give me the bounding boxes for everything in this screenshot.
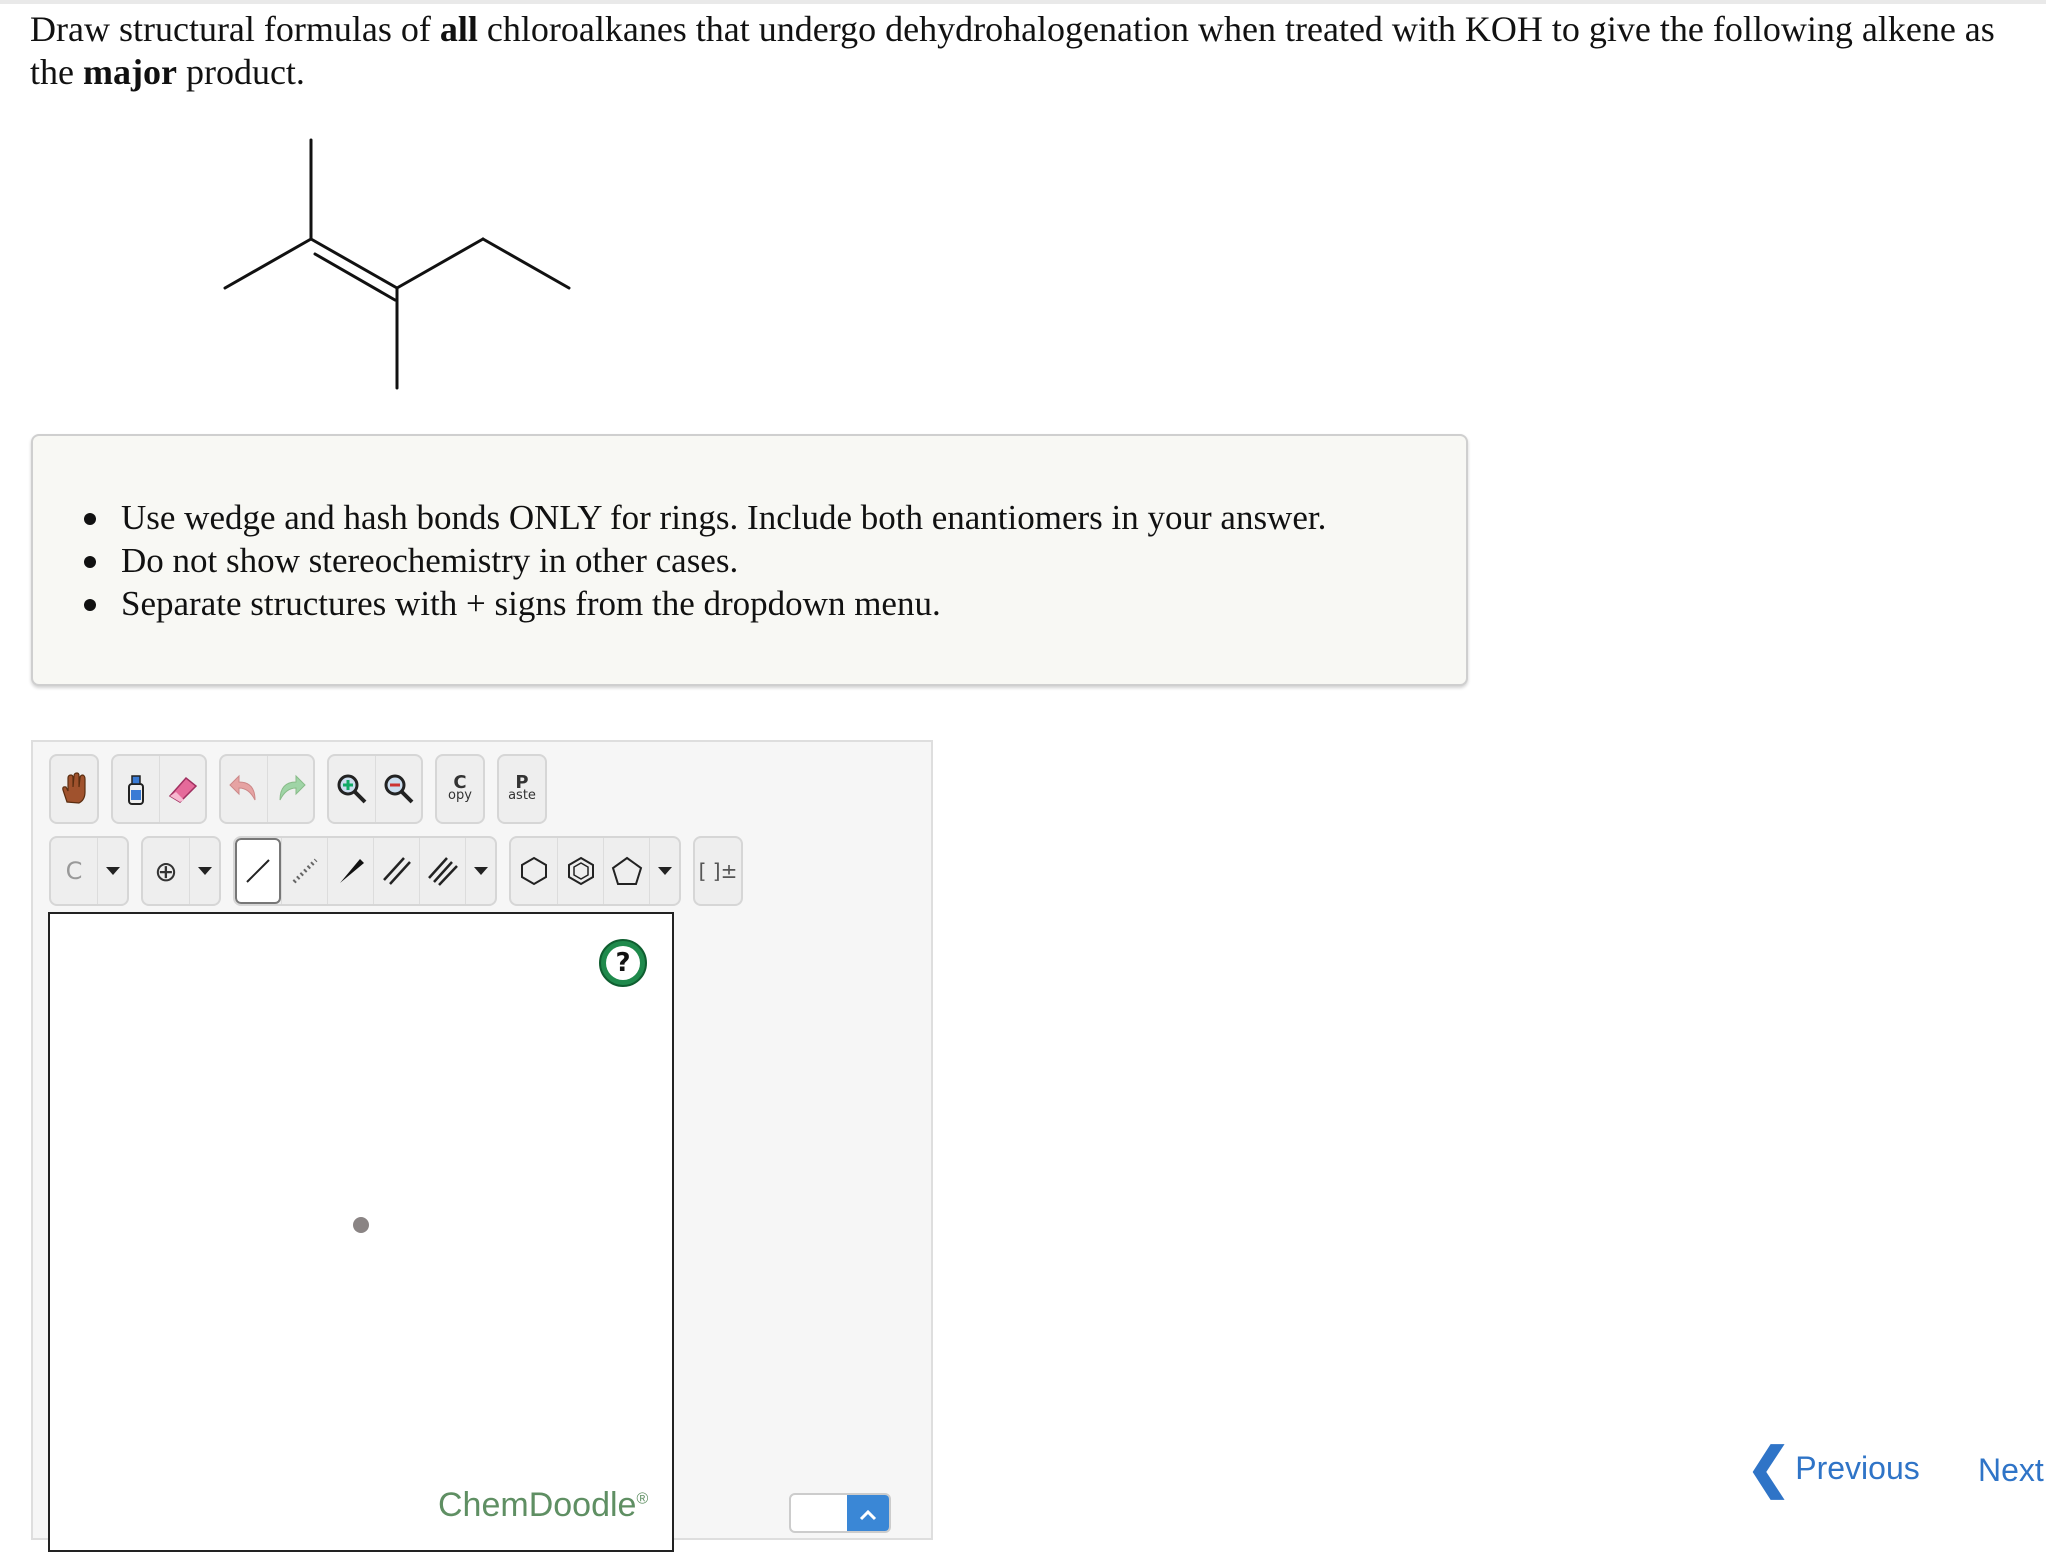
instruction-item: Separate structures with + signs from th…	[83, 582, 1326, 625]
ring-group	[509, 836, 681, 906]
copy-rest: opy	[448, 788, 472, 803]
help-icon: ?	[606, 946, 640, 980]
zoom-group	[327, 754, 423, 824]
double-bond-icon	[382, 857, 411, 885]
triple-bond-icon	[427, 857, 458, 886]
bottle-icon	[128, 775, 144, 805]
previous-label: Previous	[1795, 1449, 1920, 1486]
question-emphasis-major: major	[82, 52, 177, 92]
cyclopentane-button[interactable]	[603, 838, 649, 904]
charge-group: ⊕	[141, 836, 221, 906]
wedge-bond-icon	[339, 859, 364, 883]
chevron-down-icon	[473, 867, 488, 875]
copy-button[interactable]: Copy	[437, 756, 483, 822]
undo-icon	[229, 774, 256, 801]
chevron-down-icon	[197, 867, 212, 875]
paste-rest: aste	[508, 788, 536, 803]
canvas-cursor-dot	[353, 1217, 369, 1233]
history-group	[219, 754, 315, 824]
chemdoodle-watermark: ChemDoodle®	[438, 1486, 648, 1525]
charge-button[interactable]: ⊕	[143, 838, 189, 904]
eraser-icon	[168, 776, 197, 803]
single-bond-button[interactable]	[235, 838, 281, 904]
hash-bond-button[interactable]	[281, 838, 327, 904]
benzene-button[interactable]	[557, 838, 603, 904]
help-button[interactable]: ?	[599, 939, 647, 987]
undo-button[interactable]	[221, 756, 267, 822]
paste-button[interactable]: Paste	[499, 756, 545, 822]
paste-group: Paste	[497, 754, 547, 824]
pentagon-icon	[611, 856, 642, 885]
question-text-part: product.	[176, 52, 305, 92]
zoom-out-icon	[384, 774, 413, 804]
question-emphasis-all: all	[439, 9, 478, 49]
chevron-up-icon	[847, 1495, 889, 1531]
zoom-in-icon	[337, 774, 367, 804]
next-label: Next	[1978, 1452, 2044, 1488]
ring-dropdown-button[interactable]	[649, 838, 679, 904]
triple-bond-button[interactable]	[419, 838, 465, 904]
atom-group: C	[49, 836, 129, 906]
single-bond-icon	[246, 859, 270, 883]
alkene-structure	[223, 138, 571, 390]
question-text: Draw structural formulas of all chloroal…	[30, 8, 2035, 94]
redo-icon	[279, 774, 306, 801]
registered-mark: ®	[636, 1490, 649, 1508]
chevron-down-icon	[657, 867, 672, 875]
wedge-bond-button[interactable]	[327, 838, 373, 904]
instruction-item: Use wedge and hash bonds ONLY for rings.…	[83, 498, 1327, 537]
bond-dropdown-button[interactable]	[465, 838, 495, 904]
atom-carbon-button[interactable]: C	[51, 838, 97, 904]
hexagon-icon	[521, 856, 547, 886]
clear-button[interactable]	[113, 756, 159, 822]
copy-icon: Copy	[448, 774, 472, 803]
bracket-button[interactable]: [ ]±	[695, 838, 741, 904]
charge-dropdown-button[interactable]	[189, 838, 219, 904]
bond-group	[233, 836, 497, 906]
next-button[interactable]: Next	[1978, 1452, 2044, 1489]
instructions-list: Use wedge and hash bonds ONLY for rings.…	[83, 496, 1327, 625]
zoom-out-button[interactable]	[375, 756, 421, 822]
top-border	[0, 0, 2046, 4]
bracket-group: [ ]±	[693, 836, 743, 906]
atom-dropdown-button[interactable]	[97, 838, 127, 904]
hand-tool-button[interactable]	[51, 756, 97, 822]
hash-bond-icon	[292, 858, 317, 884]
watermark-text: ChemDoodle	[438, 1486, 637, 1524]
previous-button[interactable]: ❮ Previous	[1746, 1438, 1920, 1498]
instruction-item: Do not show stereochemistry in other cas…	[83, 539, 1326, 582]
question-text-part: Draw structural formulas of	[30, 9, 440, 49]
cyclohexane-button[interactable]	[511, 838, 557, 904]
copy-group: Copy	[435, 754, 485, 824]
zoom-in-button[interactable]	[329, 756, 375, 822]
hand-group	[49, 754, 99, 824]
paste-icon: Paste	[508, 774, 536, 803]
edit-group	[111, 754, 207, 824]
eraser-button[interactable]	[159, 756, 205, 822]
toolbar-row-2: C ⊕ []±	[49, 836, 755, 906]
double-bond-button[interactable]	[373, 838, 419, 904]
chevron-down-icon	[105, 867, 120, 875]
drawing-canvas[interactable]: ? ChemDoodle®	[48, 912, 674, 1552]
redo-button[interactable]	[267, 756, 313, 822]
benzene-icon	[567, 856, 594, 886]
toolbar-row-1: Copy Paste	[49, 754, 559, 824]
hand-icon	[62, 772, 86, 804]
chevron-left-icon: ❮	[1746, 1438, 1792, 1498]
chemdoodle-editor: Copy Paste C ⊕ []± ? ChemDoodle®	[31, 740, 933, 1552]
instructions-box: Use wedge and hash bonds ONLY for rings.…	[31, 434, 1468, 686]
scroll-toggle[interactable]	[789, 1493, 891, 1533]
